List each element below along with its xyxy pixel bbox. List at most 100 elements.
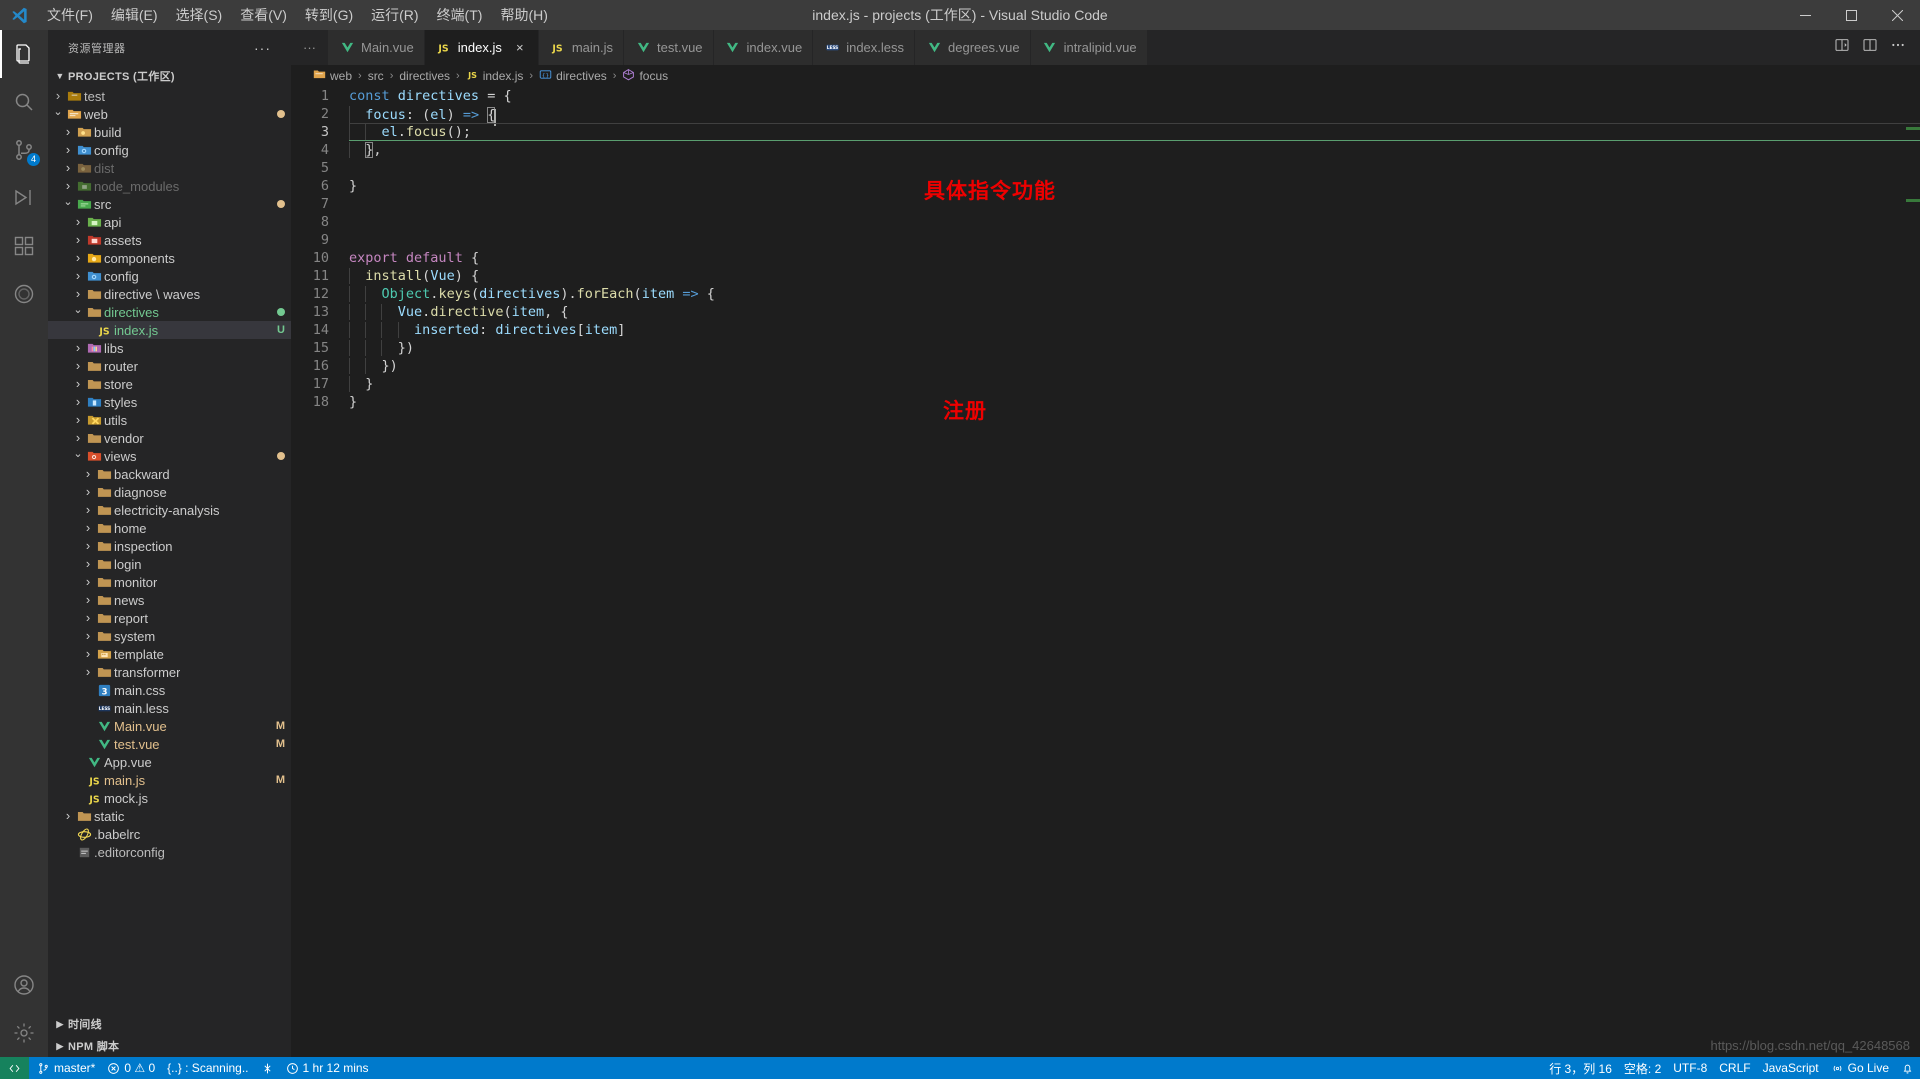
- tree-folder-item[interactable]: › store: [48, 375, 291, 393]
- tree-folder-item[interactable]: › build: [48, 123, 291, 141]
- tree-file-item[interactable]: JS mock.js: [48, 789, 291, 807]
- encoding-status[interactable]: UTF-8: [1667, 1057, 1713, 1079]
- tree-folder-item[interactable]: › electricity-analysis: [48, 501, 291, 519]
- tab-close-icon[interactable]: ×: [512, 40, 528, 55]
- code-line[interactable]: 9: [291, 231, 1920, 249]
- code-text[interactable]: }): [349, 358, 1920, 374]
- minimize-button[interactable]: [1782, 0, 1828, 30]
- section-header-npm-scripts[interactable]: ▶ NPM 脚本: [48, 1035, 291, 1057]
- code-line[interactable]: 4 },: [291, 141, 1920, 159]
- menu-help[interactable]: 帮助(H): [491, 0, 556, 30]
- close-button[interactable]: [1874, 0, 1920, 30]
- code-text[interactable]: export default {: [349, 250, 1920, 266]
- tree-file-item[interactable]: test.vue M: [48, 735, 291, 753]
- tree-folder-item[interactable]: › inspection: [48, 537, 291, 555]
- tree-folder-item[interactable]: › backward: [48, 465, 291, 483]
- breadcrumb-item-index-js[interactable]: JS index.js: [464, 68, 526, 84]
- tree-file-item[interactable]: Main.vue M: [48, 717, 291, 735]
- editor-tab-index-vue[interactable]: index.vue: [713, 30, 814, 65]
- code-text[interactable]: Vue.directive(item, {: [349, 304, 1920, 320]
- tree-folder-item[interactable]: › assets: [48, 231, 291, 249]
- more-actions-icon[interactable]: [1890, 37, 1906, 58]
- code-line[interactable]: 5: [291, 159, 1920, 177]
- code-text[interactable]: inserted: directives[item]: [349, 322, 1920, 338]
- tree-folder-item[interactable]: › transformer: [48, 663, 291, 681]
- tslint-status[interactable]: [255, 1057, 280, 1079]
- activity-live-share[interactable]: [0, 270, 48, 318]
- tree-file-item[interactable]: JS index.js U: [48, 321, 291, 339]
- code-text[interactable]: }): [349, 340, 1920, 356]
- tree-folder-item[interactable]: › styles: [48, 393, 291, 411]
- menu-terminal[interactable]: 终端(T): [428, 0, 492, 30]
- code-line[interactable]: 10 export default {: [291, 249, 1920, 267]
- code-text[interactable]: Object.keys(directives).forEach(item => …: [349, 286, 1920, 302]
- tree-file-item[interactable]: App.vue: [48, 753, 291, 771]
- tree-folder-item[interactable]: › news: [48, 591, 291, 609]
- code-text[interactable]: focus: (el) => {: [349, 105, 1920, 126]
- editor-tab-index-less[interactable]: LESS index.less: [813, 30, 916, 65]
- tree-folder-item[interactable]: › diagnose: [48, 483, 291, 501]
- menu-go[interactable]: 转到(G): [296, 0, 362, 30]
- code-line[interactable]: 17 }: [291, 375, 1920, 393]
- code-line[interactable]: 16 }): [291, 357, 1920, 375]
- tree-folder-item[interactable]: › template: [48, 645, 291, 663]
- activity-source-control[interactable]: 4: [0, 126, 48, 174]
- breadcrumb-item-focus[interactable]: focus: [620, 68, 670, 84]
- tree-folder-item[interactable]: › login: [48, 555, 291, 573]
- code-lines[interactable]: 1 const directives = {2 focus: (el) => {3…: [291, 87, 1920, 1057]
- code-line[interactable]: 8: [291, 213, 1920, 231]
- section-header-timeline[interactable]: ▶ 时间线: [48, 1013, 291, 1035]
- editor-tab-degrees-vue[interactable]: degrees.vue: [915, 30, 1031, 65]
- code-text[interactable]: }: [349, 376, 1920, 392]
- editor-tab-bar[interactable]: ··· Main.vue JS index.js × JS main.js test.vue…: [291, 30, 1920, 65]
- menu-run[interactable]: 运行(R): [362, 0, 427, 30]
- editor-tab-Main-vue[interactable]: Main.vue: [328, 30, 425, 65]
- tree-folder-item[interactable]: › components: [48, 249, 291, 267]
- tree-folder-item[interactable]: › directive \ waves: [48, 285, 291, 303]
- breadcrumb-item-directives[interactable]: directives: [397, 69, 452, 83]
- activity-accounts[interactable]: [0, 961, 48, 1009]
- activity-run-debug[interactable]: [0, 174, 48, 222]
- go-live-status[interactable]: Go Live: [1825, 1057, 1895, 1079]
- breadcrumb-item-src[interactable]: src: [366, 69, 386, 83]
- eol-status[interactable]: CRLF: [1713, 1057, 1756, 1079]
- language-mode-status[interactable]: JavaScript: [1757, 1057, 1825, 1079]
- tree-folder-item[interactable]: › monitor: [48, 573, 291, 591]
- menu-file[interactable]: 文件(F): [38, 0, 102, 30]
- tree-file-item[interactable]: .editorconfig: [48, 843, 291, 861]
- code-text[interactable]: el.focus();: [349, 124, 1920, 140]
- editor-tab-intralipid-vue[interactable]: intralipid.vue: [1030, 30, 1148, 65]
- code-text[interactable]: }: [349, 178, 1920, 194]
- open-changes-icon[interactable]: [1862, 37, 1878, 58]
- tree-folder-item[interactable]: › router: [48, 357, 291, 375]
- indentation-status[interactable]: 空格: 2: [1618, 1057, 1667, 1079]
- editor-tab-main-js[interactable]: JS main.js: [538, 30, 625, 65]
- code-line[interactable]: 11 install(Vue) {: [291, 267, 1920, 285]
- tree-folder-item[interactable]: ⌄ src: [48, 195, 291, 213]
- maximize-button[interactable]: [1828, 0, 1874, 30]
- menu-selection[interactable]: 选择(S): [167, 0, 232, 30]
- code-line[interactable]: 15 }): [291, 339, 1920, 357]
- menu-bar[interactable]: 文件(F) 编辑(E) 选择(S) 查看(V) 转到(G) 运行(R) 终端(T…: [38, 0, 557, 30]
- tab-overflow-dots[interactable]: ···: [291, 30, 328, 65]
- sidebar-more-actions-icon[interactable]: ···: [254, 40, 271, 56]
- editor-tab-test-vue[interactable]: test.vue: [624, 30, 714, 65]
- code-text[interactable]: install(Vue) {: [349, 268, 1920, 284]
- tree-folder-item[interactable]: › utils: [48, 411, 291, 429]
- code-line[interactable]: 7: [291, 195, 1920, 213]
- editor-tab-index-js[interactable]: JS index.js ×: [424, 30, 539, 65]
- code-line[interactable]: 2 focus: (el) => {: [291, 105, 1920, 126]
- tree-file-item[interactable]: JS main.js M: [48, 771, 291, 789]
- breadcrumb-item-directives[interactable]: {} directives: [537, 68, 609, 84]
- tree-folder-item[interactable]: › system: [48, 627, 291, 645]
- split-editor-right-icon[interactable]: [1834, 37, 1850, 58]
- tree-folder-item[interactable]: › test: [48, 87, 291, 105]
- cursor-position[interactable]: 行 3，列 16: [1543, 1057, 1618, 1079]
- code-text[interactable]: }: [349, 394, 1920, 410]
- overview-ruler[interactable]: [1906, 87, 1920, 1057]
- tree-folder-item[interactable]: ⌄ web: [48, 105, 291, 123]
- remote-indicator[interactable]: [0, 1057, 29, 1079]
- activity-explorer[interactable]: [0, 30, 48, 78]
- code-line[interactable]: 13 Vue.directive(item, {: [291, 303, 1920, 321]
- file-tree[interactable]: › test ⌄ web › build › config › dist › node_modules…: [48, 87, 291, 1013]
